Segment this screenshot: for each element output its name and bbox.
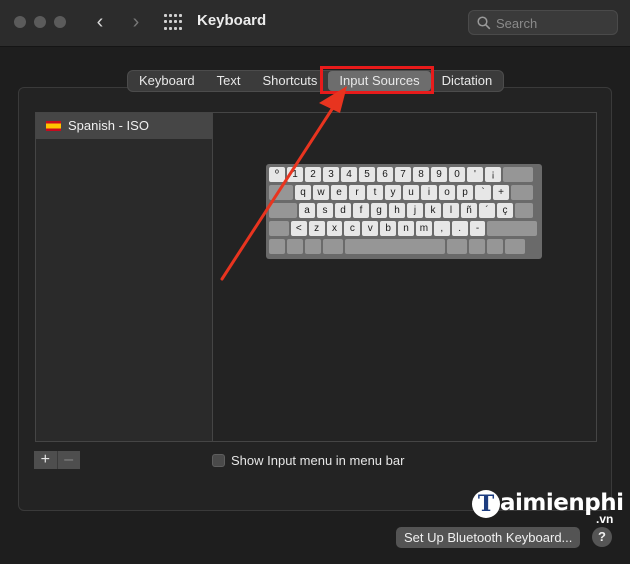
annotation-arrow-icon — [220, 86, 347, 281]
